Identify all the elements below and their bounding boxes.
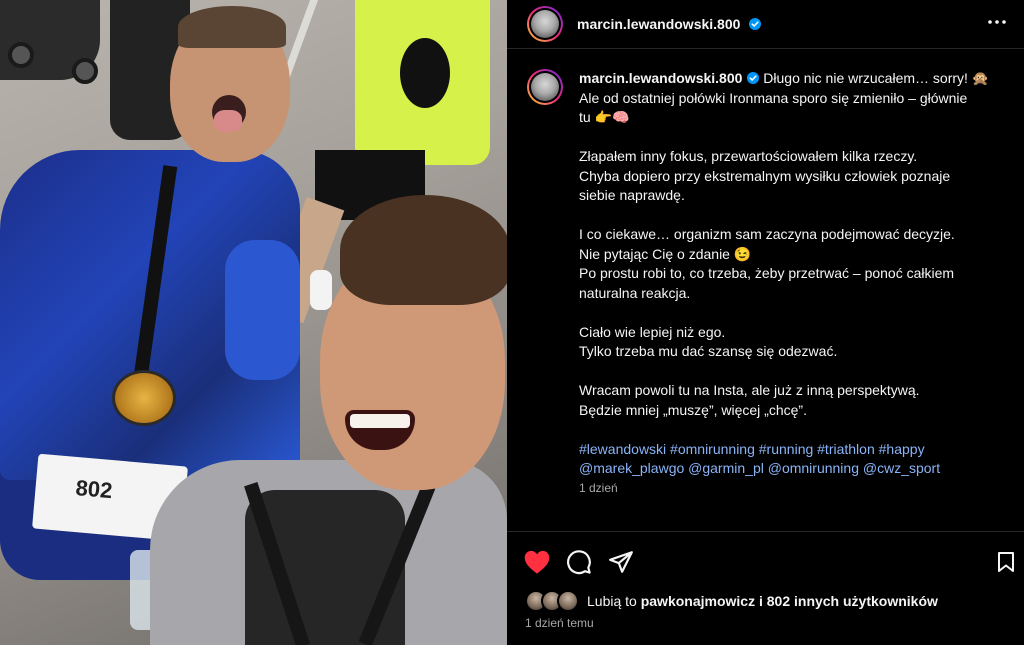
hashtags-line[interactable]: #lewandowski #omnirunning #running #tria… [579,440,1019,460]
caption-avatar[interactable] [527,69,563,105]
mentions-line[interactable]: @marek_plawgo @garmin_pl @omnirunning @c… [579,459,1019,479]
avatar-image [531,73,559,101]
verified-badge-icon [749,18,762,30]
vest-logo [400,38,450,108]
verified-badge-icon [747,72,760,84]
post-actions [507,531,1024,592]
avatar-image [531,10,559,38]
selfie-teeth [350,414,410,428]
comment-button[interactable] [563,546,595,578]
post-sidebar: marcin.lewandowski.800 marcin.lewandowsk… [507,0,1024,645]
stroller-wheel [8,42,34,68]
caption-line: I co ciekawe… organizm sam zaczyna podej… [579,226,955,242]
caption-age: 1 dzień [579,480,618,495]
more-horizontal-icon [988,20,1006,24]
likes-summary[interactable]: Lubią to pawkonajmowicz i 802 innych uży… [525,590,938,612]
caption-line: Po prostu robi to, co trzeba, żeby przet… [579,265,955,281]
caption-text: marcin.lewandowski.800 Długo nic nie wrz… [579,69,1019,498]
caption-line: siebie naprawdę. [579,187,685,203]
first-liker-username[interactable]: pawkonajmowicz [641,593,755,609]
caption-line: Nie pytając Cię o zdanie 😉 [579,245,752,262]
caption-line: Chyba dopiero przy ekstremalnym wysiłku … [579,167,951,184]
race-bib-number: 802 [74,475,114,504]
like-button[interactable] [521,546,553,578]
finisher-medal [112,370,176,426]
save-button[interactable] [990,546,1022,578]
author-username-link[interactable]: marcin.lewandowski.800 [577,16,762,32]
caption-line: Wracam powoli tu na Insta, ale już z inn… [579,382,920,398]
caption-line: Będzie mniej „muszę”, więcej „chcę”. [579,401,807,418]
post-timestamp[interactable]: 1 dzień temu [525,616,594,630]
caption-line: Długo nic nie wrzucałem… sorry! 🙊 [763,70,990,86]
caption-line: Ciało wie lepiej niż ego. [579,323,726,340]
stroller-wheel [72,58,98,84]
runner-tongue [214,110,242,132]
bookmark-icon [998,552,1014,572]
comment-icon [567,550,591,575]
yellow-vest-person [355,0,490,165]
author-avatar[interactable] [527,6,563,42]
send-icon [609,551,633,573]
heart-filled-icon [524,550,550,574]
comments-section[interactable]: marcin.lewandowski.800 Długo nic nie wrz… [507,49,1024,531]
caption-line: Ale od ostatniej połówki Ironmana sporo … [579,89,968,106]
share-button[interactable] [605,546,637,578]
runner-hair [178,6,286,48]
post-photo[interactable]: 802 [0,0,507,645]
caption-line: tu 👉🧠 [579,109,630,125]
selfie-hair [340,195,507,305]
liker-avatars [525,590,579,612]
caption-line: Tylko trzeba mu dać szansę się odezwać. [579,343,838,359]
liker-avatar [557,590,579,612]
post-header: marcin.lewandowski.800 [507,0,1024,49]
caption-line: Złapałem inny fokus, przewartościowałem … [579,148,918,164]
background-shoe [310,270,332,310]
likes-prefix: Lubią to [587,593,637,609]
more-options-button[interactable] [984,10,1010,36]
author-username: marcin.lewandowski.800 [577,16,741,32]
caption-line: naturalna reakcja. [579,284,691,301]
caption-username[interactable]: marcin.lewandowski.800 [579,70,742,86]
runner-sleeve [225,240,300,380]
caption: marcin.lewandowski.800 Długo nic nie wrz… [527,69,1019,498]
likes-count[interactable]: i 802 innych użytkowników [759,593,938,609]
